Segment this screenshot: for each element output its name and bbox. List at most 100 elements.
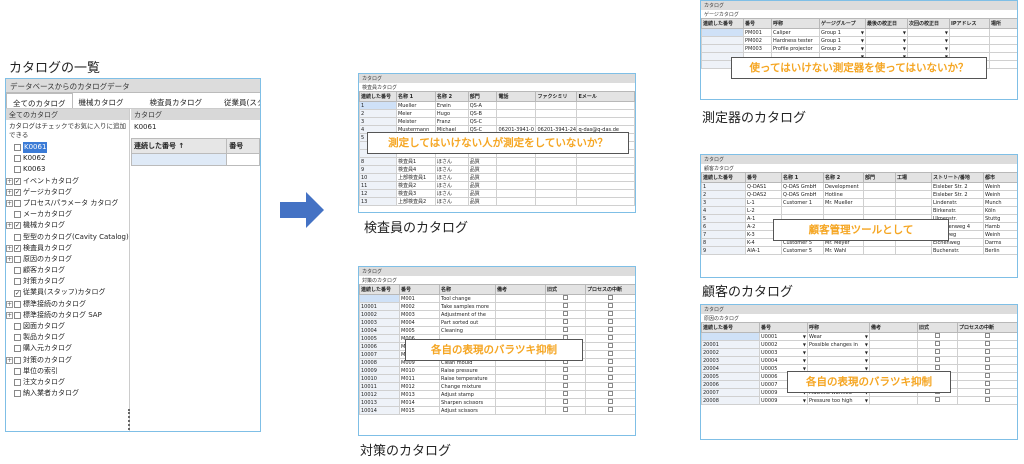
table-cell[interactable]	[495, 302, 546, 311]
table-row[interactable]: 20003 U0004 ▼ ▼	[701, 356, 1017, 365]
checkbox[interactable]	[608, 311, 613, 316]
table-cell[interactable]: 上部検査員1	[395, 173, 436, 182]
table-cell[interactable]: Weinh	[983, 230, 1017, 239]
table-cell[interactable]	[869, 396, 918, 405]
table-cell[interactable]: Hotline	[823, 190, 864, 199]
table-cell[interactable]	[545, 318, 586, 327]
table-row[interactable]: 1 Mueller Erwin QS-A	[359, 101, 635, 110]
table-cell[interactable]: Pressure too high ▼	[807, 396, 870, 405]
table-cell[interactable]	[585, 366, 635, 375]
dropdown-arrow-icon[interactable]: ▼	[803, 398, 806, 403]
checkbox[interactable]	[608, 327, 613, 332]
table-cell[interactable]	[957, 340, 1017, 349]
table-cell[interactable]: Buchenstr.	[931, 246, 984, 255]
column-header[interactable]: 番号	[745, 172, 782, 183]
column-header[interactable]: 部門	[467, 91, 498, 102]
expand-icon[interactable]: +	[6, 311, 13, 319]
column-header[interactable]: 名称	[439, 284, 496, 295]
table-cell[interactable]	[701, 28, 744, 37]
table-cell[interactable]: PM002	[743, 36, 772, 45]
favorite-checkbox[interactable]	[14, 267, 21, 275]
favorite-checkbox[interactable]	[14, 278, 21, 286]
table-cell[interactable]: U0001 ▼	[759, 332, 808, 341]
table-cell[interactable]: QS-B	[467, 109, 498, 118]
table-row[interactable]: 8 検査員1 ほさん 品質	[359, 157, 635, 166]
table-cell[interactable]	[585, 334, 635, 343]
column-header[interactable]: 呼称	[807, 322, 870, 333]
column-header[interactable]: 旧式	[917, 322, 958, 333]
table-cell[interactable]	[496, 101, 537, 110]
favorite-checkbox[interactable]: ✓	[14, 222, 21, 230]
table-cell[interactable]: Berlin	[983, 246, 1017, 255]
table-cell[interactable]: ほさん	[434, 173, 469, 182]
table-cell[interactable]: 10007	[359, 350, 400, 359]
dropdown-arrow-icon[interactable]: ▼	[865, 398, 868, 403]
expand-icon[interactable]: +	[6, 255, 13, 263]
checkbox[interactable]	[563, 295, 568, 300]
table-row[interactable]: 9 検査員4 ほさん 品質	[359, 165, 635, 174]
table-cell[interactable]	[917, 356, 958, 365]
table-cell[interactable]: M011	[399, 374, 440, 383]
table-cell[interactable]	[359, 294, 400, 303]
dropdown-arrow-icon[interactable]: ▼	[865, 342, 868, 347]
table-cell[interactable]: U0009▼	[759, 396, 808, 405]
table-cell[interactable]	[957, 380, 1017, 389]
table-row[interactable]: 2 Meier Hugo QS-B	[359, 109, 635, 118]
table-cell[interactable]: 10014	[359, 406, 400, 415]
table-cell[interactable]: Stuttg	[983, 214, 1017, 223]
table-row[interactable]: 3 Meister Franz QS-C	[359, 117, 635, 126]
table-cell[interactable]	[496, 197, 537, 206]
table-cell[interactable]	[576, 181, 635, 190]
checkbox[interactable]	[608, 303, 613, 308]
table-cell[interactable]	[701, 44, 744, 53]
table-row[interactable]: 20008 U0009 ▼ Pressure too high ▼	[701, 396, 1017, 405]
table-cell[interactable]: Meister	[395, 117, 436, 126]
favorite-checkbox[interactable]	[14, 233, 21, 241]
table-cell[interactable]: Darms	[983, 238, 1017, 247]
favorite-checkbox[interactable]	[14, 144, 21, 152]
dropdown-arrow-icon[interactable]: ▼	[803, 366, 806, 371]
dropdown-arrow-icon[interactable]: ▼	[865, 334, 868, 339]
table-cell[interactable]: QS-A	[467, 101, 498, 110]
dropdown-arrow-icon[interactable]: ▼	[945, 46, 948, 51]
table-cell[interactable]: Munch	[983, 198, 1017, 207]
table-cell[interactable]: M015	[399, 406, 440, 415]
table-cell[interactable]	[957, 388, 1017, 397]
favorite-checkbox[interactable]	[14, 356, 21, 364]
tree-item[interactable]: + ✓ 機械カタログ	[6, 220, 129, 231]
table-cell[interactable]: 3	[701, 198, 746, 207]
favorite-checkbox[interactable]	[14, 166, 21, 174]
table-cell[interactable]: PM001	[743, 28, 772, 37]
table-cell[interactable]	[545, 406, 586, 415]
tree-item[interactable]: 型型のカタログ(Cavity Catalog)	[6, 232, 129, 243]
table-cell[interactable]: 8	[701, 238, 746, 247]
table-cell[interactable]: ほさん	[434, 197, 469, 206]
column-header[interactable]: 都市	[983, 172, 1017, 183]
table-cell[interactable]	[545, 374, 586, 383]
column-header[interactable]: 名称 1	[781, 172, 824, 183]
table-cell[interactable]	[989, 52, 1017, 61]
expand-icon[interactable]: +	[6, 188, 13, 196]
table-cell[interactable]: 1	[359, 101, 397, 110]
column-header[interactable]: 備考	[495, 284, 546, 295]
table-cell[interactable]	[869, 356, 918, 365]
checkbox[interactable]	[608, 399, 613, 404]
favorite-checkbox[interactable]	[14, 345, 21, 353]
table-cell[interactable]: Franz	[434, 117, 469, 126]
table-cell[interactable]	[585, 318, 635, 327]
checkbox[interactable]	[608, 343, 613, 348]
table-cell[interactable]	[545, 294, 586, 303]
table-cell[interactable]	[957, 372, 1017, 381]
col-number[interactable]: 番号	[226, 138, 260, 154]
table-cell[interactable]	[535, 101, 578, 110]
dropdown-arrow-icon[interactable]: ▼	[803, 334, 806, 339]
table-cell[interactable]: U0004 ▼	[759, 356, 808, 365]
table-cell[interactable]	[495, 310, 546, 319]
table-cell[interactable]	[495, 382, 546, 391]
table-cell[interactable]	[957, 332, 1017, 341]
table-cell[interactable]	[585, 382, 635, 391]
column-header[interactable]: 連続した番号	[701, 322, 760, 333]
table-cell[interactable]: Group 1 ▼	[819, 36, 866, 45]
favorite-checkbox[interactable]: ✓	[14, 177, 21, 185]
tree-item[interactable]: 対策カタログ	[6, 276, 129, 287]
